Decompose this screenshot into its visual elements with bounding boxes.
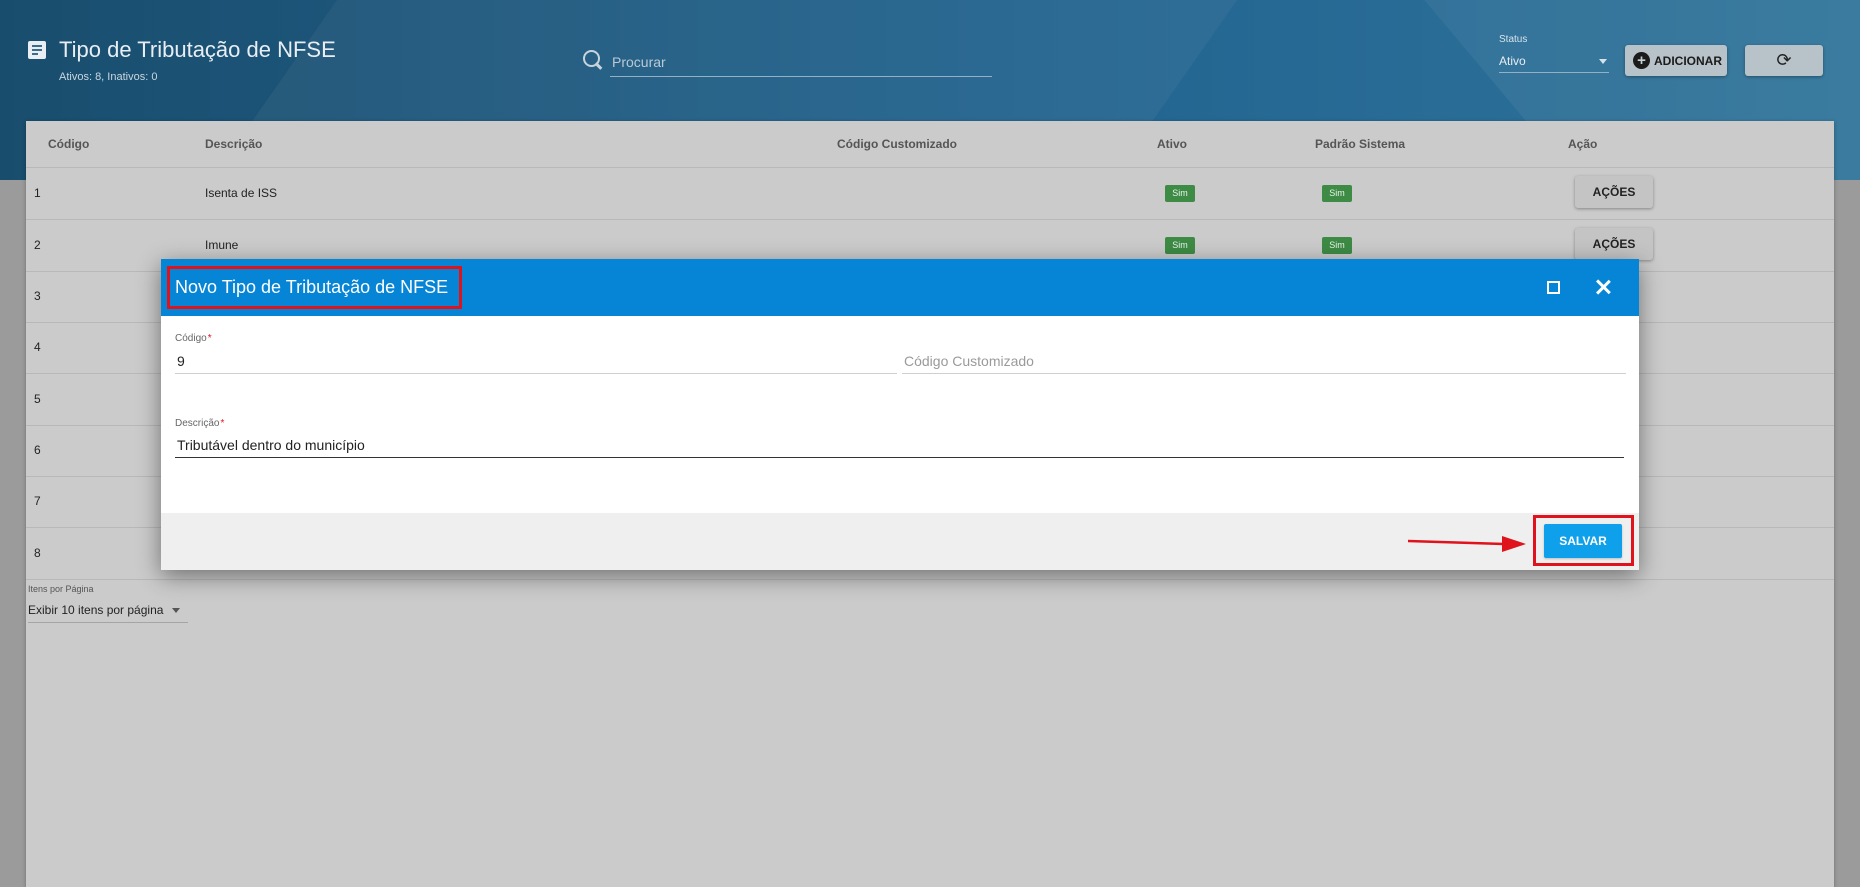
- refresh-icon: ⟳: [1776, 50, 1792, 71]
- actions-button[interactable]: AÇÕES: [1575, 176, 1653, 208]
- title-highlight-box: [167, 266, 462, 309]
- column-header-codigo-customizado[interactable]: Código Customizado: [837, 137, 957, 151]
- status-value: Ativo: [1499, 54, 1526, 68]
- status-badge: Sim: [1165, 185, 1195, 202]
- items-per-page-value: Exibir 10 itens por página: [28, 603, 164, 617]
- column-header-acao: Ação: [1568, 137, 1598, 151]
- page-subtitle: Ativos: 8, Inativos: 0: [59, 71, 158, 83]
- fullscreen-icon[interactable]: [1547, 281, 1560, 294]
- annotation-arrow-icon: [1408, 536, 1526, 552]
- column-header-codigo[interactable]: Código: [48, 137, 89, 151]
- status-label: Status: [1499, 34, 1528, 45]
- codigo-customizado-input[interactable]: [902, 349, 1626, 374]
- status-select[interactable]: Ativo: [1499, 50, 1609, 73]
- cell-codigo: 1: [34, 186, 41, 200]
- table-header: Código Descrição Código Customizado Ativ…: [26, 121, 1834, 168]
- cell-codigo: 4: [34, 340, 41, 354]
- actions-button[interactable]: AÇÕES: [1575, 228, 1653, 260]
- search-input[interactable]: [610, 48, 992, 77]
- save-highlight-box: [1533, 515, 1634, 566]
- column-header-descricao[interactable]: Descrição: [205, 137, 262, 151]
- codigo-label-text: Código: [175, 333, 207, 344]
- new-tax-type-dialog: Novo Tipo de Tributação de NFSE Código* …: [161, 259, 1639, 570]
- plus-circle-icon: +: [1633, 52, 1650, 69]
- cell-codigo: 6: [34, 443, 41, 457]
- cell-codigo: 8: [34, 546, 41, 560]
- required-mark: *: [220, 418, 225, 429]
- codigo-input[interactable]: [175, 349, 897, 374]
- column-header-padrao-sistema[interactable]: Padrão Sistema: [1315, 137, 1405, 151]
- dialog-header: Novo Tipo de Tributação de NFSE: [161, 259, 1639, 316]
- cell-descricao: Imune: [205, 238, 239, 252]
- codigo-label: Código*: [175, 333, 212, 344]
- status-badge: Sim: [1165, 237, 1195, 254]
- cell-codigo: 7: [34, 494, 41, 508]
- status-badge: Sim: [1322, 185, 1352, 202]
- cell-descricao: Isenta de ISS: [205, 186, 278, 200]
- items-per-page-label: Itens por Página: [28, 584, 94, 594]
- page-title: Tipo de Tributação de NFSE: [59, 37, 336, 62]
- close-icon[interactable]: [1593, 277, 1613, 297]
- descricao-input[interactable]: [175, 433, 1624, 458]
- add-button-label: ADICIONAR: [1654, 54, 1722, 68]
- column-header-ativo[interactable]: Ativo: [1157, 137, 1187, 151]
- refresh-button[interactable]: ⟳: [1745, 45, 1823, 76]
- caret-down-icon: [1599, 59, 1607, 64]
- cell-codigo: 5: [34, 392, 41, 406]
- descricao-label-text: Descrição: [175, 418, 220, 429]
- search-icon: [583, 50, 600, 67]
- required-mark: *: [207, 333, 212, 344]
- document-list-icon: [28, 41, 46, 59]
- caret-down-icon: [172, 608, 180, 613]
- items-per-page-select[interactable]: Exibir 10 itens por página: [28, 598, 188, 623]
- status-badge: Sim: [1322, 237, 1352, 254]
- table-row[interactable]: 1 Isenta de ISS Sim Sim AÇÕES: [26, 168, 1834, 220]
- cell-codigo: 2: [34, 238, 41, 252]
- cell-codigo: 3: [34, 289, 41, 303]
- descricao-label: Descrição*: [175, 418, 224, 429]
- add-button[interactable]: + ADICIONAR: [1625, 45, 1727, 76]
